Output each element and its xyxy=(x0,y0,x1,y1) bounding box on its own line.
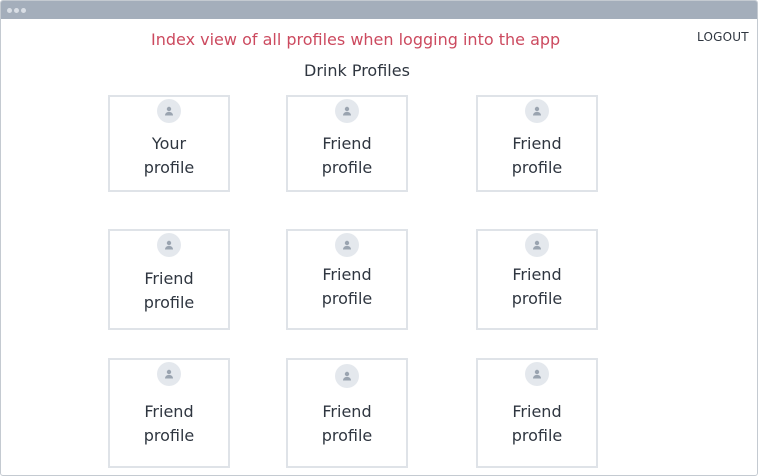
profile-card-own[interactable]: Your profile xyxy=(108,95,230,192)
user-avatar-icon xyxy=(157,362,181,386)
profile-card-friend[interactable]: Friend profile xyxy=(476,95,598,192)
profile-card-friend[interactable]: Friend profile xyxy=(476,358,598,468)
profile-card-label: Friend profile xyxy=(511,265,563,308)
profile-card-label: Friend profile xyxy=(143,269,195,312)
user-avatar-icon xyxy=(335,233,359,257)
profile-card-friend[interactable]: Friend profile xyxy=(108,358,230,468)
profile-card-friend[interactable]: Friend profile xyxy=(286,95,408,192)
profile-card-label: Friend profile xyxy=(321,134,373,177)
profile-card-friend[interactable]: Friend profile xyxy=(108,229,230,330)
profile-card-label: Friend profile xyxy=(143,402,195,445)
window-titlebar xyxy=(1,1,757,19)
user-avatar-icon xyxy=(157,99,181,123)
profile-card-friend[interactable]: Friend profile xyxy=(286,358,408,468)
profile-card-label: Friend profile xyxy=(511,134,563,177)
app-window: Index view of all profiles when logging … xyxy=(0,0,758,476)
window-dot-icon xyxy=(14,8,19,13)
user-avatar-icon xyxy=(157,233,181,257)
profile-card-label: Your profile xyxy=(143,134,195,177)
user-avatar-icon xyxy=(335,99,359,123)
logout-button[interactable]: LOGOUT xyxy=(697,30,749,44)
annotation-caption: Index view of all profiles when logging … xyxy=(151,30,561,49)
user-avatar-icon xyxy=(335,364,359,388)
user-avatar-icon xyxy=(525,99,549,123)
user-avatar-icon xyxy=(525,233,549,257)
window-dot-icon xyxy=(21,8,26,13)
profile-card-label: Friend profile xyxy=(511,402,563,445)
profile-card-friend[interactable]: Friend profile xyxy=(286,229,408,330)
profile-card-label: Friend profile xyxy=(321,402,373,445)
profile-card-friend[interactable]: Friend profile xyxy=(476,229,598,330)
user-avatar-icon xyxy=(525,362,549,386)
page-title: Drink Profiles xyxy=(304,61,410,80)
window-dot-icon xyxy=(7,8,12,13)
profile-card-label: Friend profile xyxy=(321,265,373,308)
